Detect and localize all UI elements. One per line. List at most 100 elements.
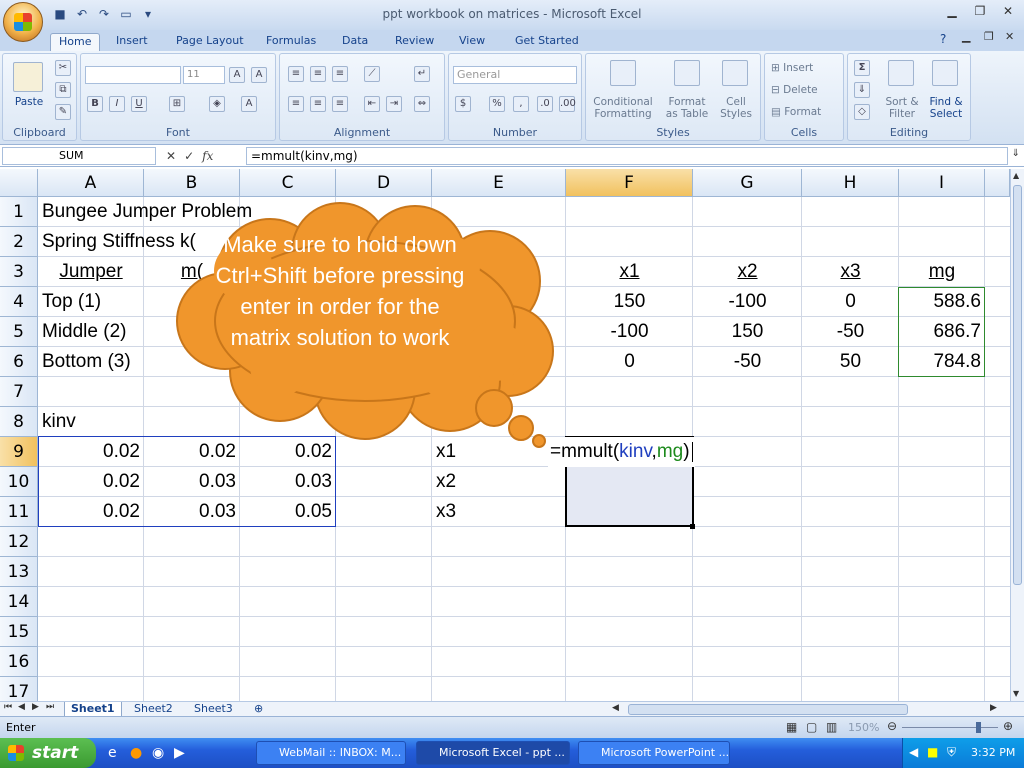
cell-g5[interactable]: 150	[693, 317, 802, 347]
row-header[interactable]: 14	[0, 587, 38, 617]
sort-filter-icon[interactable]	[888, 60, 914, 86]
vertical-scroll-thumb[interactable]	[1013, 185, 1022, 585]
sheet-nav-last-icon[interactable]: ⏭	[46, 702, 54, 712]
start-button[interactable]: start	[0, 738, 96, 768]
task-webmail[interactable]: WebMail :: INBOX: M...	[256, 741, 406, 765]
office-button[interactable]	[3, 2, 43, 42]
italic-button[interactable]: I	[109, 96, 125, 112]
format-cells-button[interactable]: ▤ Format	[771, 106, 837, 118]
tab-get-started[interactable]: Get Started	[507, 33, 587, 51]
row-header[interactable]: 10	[0, 467, 38, 497]
borders-icon[interactable]: ⊞	[169, 96, 185, 112]
row-header[interactable]: 11	[0, 497, 38, 527]
clear-icon[interactable]: ◇	[854, 104, 870, 120]
cell-styles-button[interactable]: Cell Styles	[714, 96, 758, 120]
insert-function-button[interactable]: fx	[202, 149, 213, 163]
col-header-next[interactable]	[985, 169, 1010, 197]
format-as-table-button[interactable]: Format as Table	[660, 96, 714, 120]
media-player-icon[interactable]: ▶	[174, 745, 185, 761]
tray-app-icon[interactable]: ■	[927, 745, 938, 759]
internet-explorer-icon[interactable]: e	[108, 745, 117, 761]
tab-view[interactable]: View	[451, 33, 493, 51]
scroll-left-icon[interactable]: ◀	[612, 703, 624, 715]
scroll-down-icon[interactable]: ▼	[1013, 689, 1022, 699]
col-header-i[interactable]: I	[899, 169, 985, 197]
row-header[interactable]: 17	[0, 677, 38, 701]
zoom-out-icon[interactable]: ⊖	[887, 719, 897, 733]
font-size-box[interactable]: 11	[183, 66, 225, 84]
scroll-right-icon[interactable]: ▶	[990, 703, 1002, 715]
cell-f3[interactable]: x1	[566, 257, 693, 287]
sort-filter-button[interactable]: Sort & Filter	[882, 96, 922, 120]
font-color-icon[interactable]: A	[241, 96, 257, 112]
horizontal-scroll-thumb[interactable]	[628, 704, 908, 715]
row-header[interactable]: 15	[0, 617, 38, 647]
ribbon-close-icon[interactable]: ✕	[1005, 30, 1014, 43]
shrink-font-icon[interactable]: A	[251, 67, 267, 83]
zoom-in-icon[interactable]: ⊕	[1003, 719, 1013, 733]
format-painter-icon[interactable]: ✎	[55, 104, 71, 120]
decrease-indent-icon[interactable]: ⇤	[364, 96, 380, 112]
cut-icon[interactable]: ✂	[55, 60, 71, 76]
increase-indent-icon[interactable]: ⇥	[386, 96, 402, 112]
grow-font-icon[interactable]: A	[229, 67, 245, 83]
underline-button[interactable]: U	[131, 96, 147, 112]
task-powerpoint[interactable]: Microsoft PowerPoint ...	[578, 741, 730, 765]
sheet-tab-2[interactable]: Sheet2	[128, 702, 179, 717]
cell-f6[interactable]: 0	[566, 347, 693, 377]
cell-styles-icon[interactable]	[722, 60, 748, 86]
col-header-f[interactable]: F	[566, 169, 693, 197]
sheet-nav-prev-icon[interactable]: ◀	[18, 702, 25, 712]
align-center-icon[interactable]: ≡	[310, 96, 326, 112]
orientation-icon[interactable]: ⟋	[364, 66, 380, 82]
merge-center-icon[interactable]: ⇔	[414, 96, 430, 112]
cell-h5[interactable]: -50	[802, 317, 899, 347]
align-middle-icon[interactable]: ≡	[310, 66, 326, 82]
cell-a8[interactable]: kinv	[38, 407, 80, 437]
task-excel[interactable]: Microsoft Excel - ppt ...	[416, 741, 570, 765]
vertical-scrollbar[interactable]: ▲ ▼	[1010, 169, 1024, 701]
tray-arrow-icon[interactable]: ◀	[909, 745, 918, 759]
col-header-b[interactable]: B	[144, 169, 240, 197]
row-header[interactable]: 1	[0, 197, 38, 227]
name-box[interactable]: SUM	[2, 147, 156, 165]
zoom-slider-thumb[interactable]	[976, 722, 981, 733]
tab-data[interactable]: Data	[334, 33, 376, 51]
cell-i3[interactable]: mg	[899, 257, 985, 287]
row-header-selected[interactable]: 9	[0, 437, 38, 467]
cell-g4[interactable]: -100	[693, 287, 802, 317]
restore-icon[interactable]: ❐	[970, 4, 990, 20]
cell-g6[interactable]: -50	[693, 347, 802, 377]
fill-handle[interactable]	[690, 524, 695, 529]
ribbon-restore-icon[interactable]: ❐	[984, 30, 994, 43]
firefox-icon[interactable]: ●	[130, 745, 142, 761]
tray-shield-icon[interactable]: ⛨	[947, 745, 956, 760]
expand-formula-icon[interactable]: ⇓	[1012, 148, 1020, 159]
select-all-corner[interactable]	[0, 169, 38, 197]
cell-a4[interactable]: Top (1)	[38, 287, 105, 317]
col-header-g[interactable]: G	[693, 169, 802, 197]
cell-e11[interactable]: x3	[432, 497, 460, 527]
scroll-up-icon[interactable]: ▲	[1013, 171, 1022, 181]
cell-f4[interactable]: 150	[566, 287, 693, 317]
help-icon[interactable]: ?	[940, 32, 946, 46]
page-layout-view-icon[interactable]: ▢	[806, 720, 817, 734]
row-header[interactable]: 12	[0, 527, 38, 557]
paste-button[interactable]: Paste	[9, 96, 49, 108]
conditional-formatting-icon[interactable]	[610, 60, 636, 86]
sheet-tab-1[interactable]: Sheet1	[64, 702, 122, 717]
cell-a3[interactable]: Jumper	[38, 257, 144, 287]
bold-button[interactable]: B	[87, 96, 103, 112]
enter-check-icon[interactable]: ✓	[184, 149, 194, 163]
conditional-formatting-button[interactable]: Conditional Formatting	[588, 96, 658, 120]
row-header[interactable]: 5	[0, 317, 38, 347]
tab-home[interactable]: Home	[50, 33, 101, 51]
formula-input[interactable]: =mmult(kinv,mg)	[246, 147, 1008, 165]
fill-color-icon[interactable]: ◈	[209, 96, 225, 112]
worksheet-grid[interactable]: A B C D E F G H I 1 2 3 4 5 6 7 8 9 10 1…	[0, 169, 1010, 701]
tab-insert[interactable]: Insert	[108, 33, 156, 51]
ribbon-minimize-icon[interactable]: ▁	[962, 30, 970, 43]
row-header[interactable]: 16	[0, 647, 38, 677]
cell-h4[interactable]: 0	[802, 287, 899, 317]
col-header-d[interactable]: D	[336, 169, 432, 197]
